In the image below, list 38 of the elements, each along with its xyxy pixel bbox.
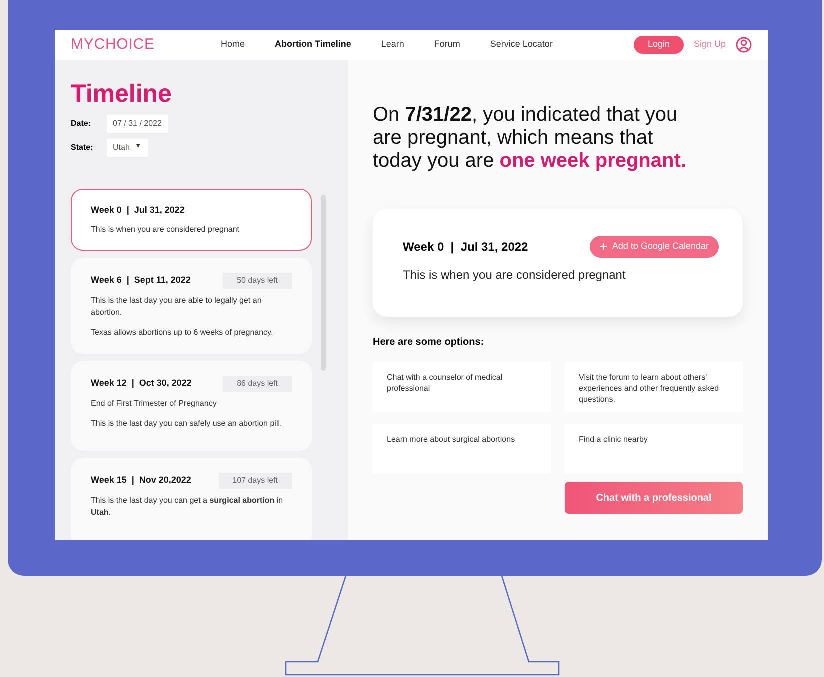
timeline-card[interactable]: Week 6 | Sept 11, 2022 50 days left This is the last day you are able to legally get an abortion. Texas allows abortions up to 6 weeks of pregnancy. [71,258,312,354]
options-heading: Here are some options: [373,336,486,350]
card-heading: Week 15 | Nov 20,2022 [91,474,192,487]
option-card[interactable]: Learn more about surgical abortions [373,424,551,474]
option-card[interactable]: Visit the forum to learn about others' experiences and other frequently asked questions. [565,362,743,412]
card-heading: Week 0 | Jul 31, 2022 [91,204,185,217]
page-title: Timeline [71,82,173,107]
logo[interactable]: MYCHOICE [71,34,221,56]
card-text: Texas allows abortions up to 6 weeks of pregnancy. [91,326,274,338]
timeline-card[interactable]: Week 15 | Nov 20,2022 107 days left This is the last day you can get a surgical abortion in Utah. [71,458,312,540]
option-card[interactable]: Chat with a counselor of medical professional [373,362,551,412]
card-text: End of First Trimester of Pregnancy [91,398,218,410]
nav-link[interactable]: Service Locator [490,38,553,52]
date-label: Date: [71,118,92,130]
timeline-card[interactable]: Week 0 | Jul 31, 2022 This is when you are considered pregnant [71,189,312,250]
state-label: State: [71,142,94,154]
scrollbar[interactable] [321,195,326,371]
card-text: This is the last day you are able to legally get an abortion. [91,294,263,318]
timeline-card[interactable]: Week 12 | Oct 30, 2022 86 days left End of First Trimester of Pregnancy This is the last day you can safely use an abortion pill. [71,360,312,450]
card-text: This is the last day you can safely use an abortion pill. [91,418,284,430]
plus-icon [600,243,608,250]
nav-link[interactable]: Learn [381,38,404,52]
card-heading: Week 6 | Sept 11, 2022 [91,274,191,287]
days-left-badge: 50 days left [223,272,292,288]
nav-link[interactable]: Home [221,38,246,52]
option-card[interactable]: Find a clinic nearby [565,424,743,474]
days-left-badge: 86 days left [223,376,292,392]
nav-link[interactable]: Abortion Timeline [275,38,352,52]
profile-icon[interactable] [736,37,752,53]
card-heading: Week 12 | Oct 30, 2022 [91,376,192,390]
detail-heading: Week 0 | Jul 31, 2022 [403,238,528,256]
card-text: This is the last day you can get a surgical abortion in Utah. [91,494,284,518]
summary-headline: On 7/31/22, you indicated that you are pregnant, which means that today you are one week pregnant. [373,104,688,173]
detail-text: This is when you are considered pregnant [403,266,627,284]
card-text: This is when you are considered pregnant [91,224,241,236]
date-field[interactable]: 07 / 31 / 2022 [107,115,168,133]
days-left-badge: 107 days left [218,472,292,488]
nav-link[interactable]: Forum [434,38,460,52]
